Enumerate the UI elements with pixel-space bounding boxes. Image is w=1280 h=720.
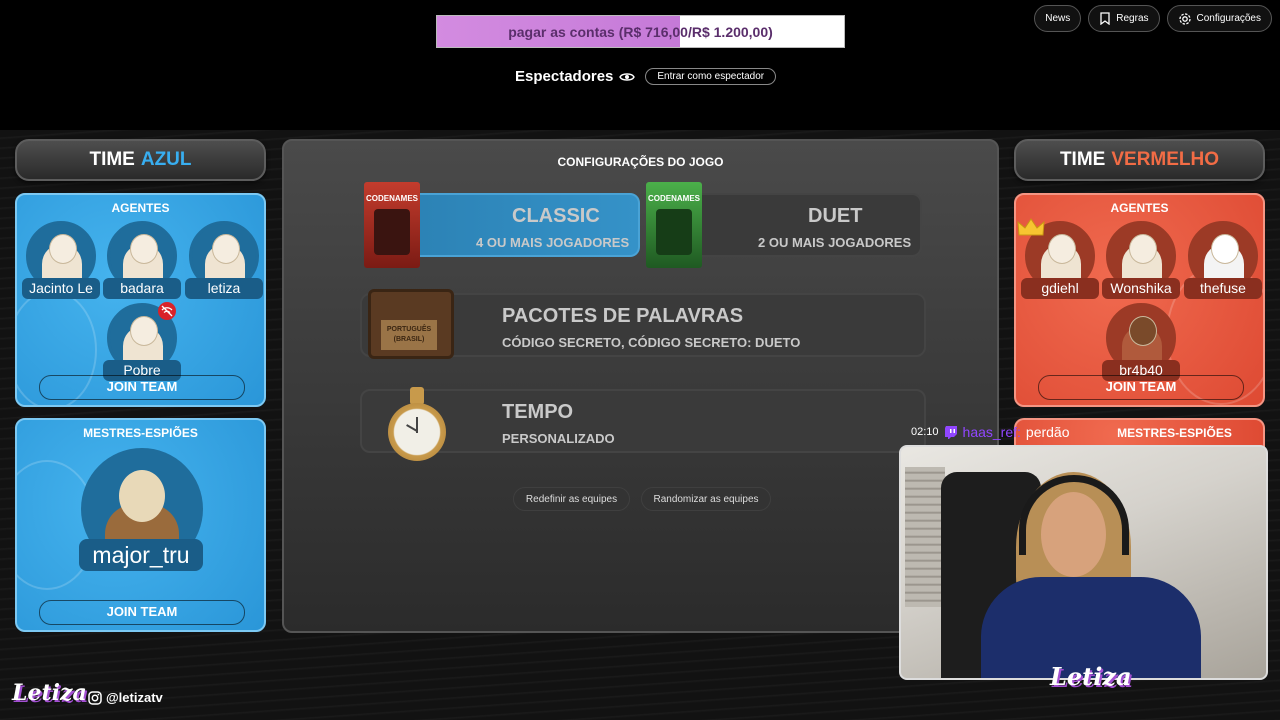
agent-name: Jacinto Le [22,278,100,299]
time-title: TEMPO [502,401,574,423]
settings-button[interactable]: Configurações [1166,5,1272,32]
word-packs-title: PACOTES DE PALAVRAS [502,305,744,327]
streamer-logo: Letiza [12,680,87,706]
spectators-label: Espectadores [515,68,614,85]
blue-agents-title: AGENTES [111,201,170,215]
blue-agents-join-button[interactable]: JOIN TEAM [39,375,245,400]
instagram-handle: @letizatv [88,690,163,705]
chat-time: 02:10 [911,426,939,438]
spectators-row: Espectadores Entrar como espectador [515,68,777,85]
classic-box-label: CODENAMES [365,194,418,203]
blue-team-header: TIME AZUL [15,139,266,181]
agent-card[interactable]: thefuse [1184,221,1262,301]
chat-text: perdão [1025,424,1070,440]
red-agents-title: AGENTES [1110,201,1169,215]
rules-label: Regras [1116,13,1149,24]
sign-icon: PORTUGUÊS (BRASIL) [368,289,454,359]
blue-agents-panel: AGENTES Jacinto Le badara letiza Pobre J… [15,193,266,407]
duet-box-art: CODENAMES [646,182,702,268]
red-agents-panel: AGENTES gdiehl Wonshika thefuse br4b40 J… [1014,193,1265,407]
time-sub: PERSONALIZADO [502,431,615,446]
agent-name: letiza [185,278,263,299]
blue-spymasters-title: MESTRES-ESPIÕES [83,426,198,440]
bookmark-icon [1100,12,1110,25]
classic-box-art: CODENAMES [364,182,420,268]
webcam-overlay [899,445,1268,680]
eye-icon [619,72,636,81]
game-config-panel: CONFIGURAÇÕES DO JOGO CLASSIC 4 OU MAIS … [282,139,999,633]
agent-card[interactable]: letiza [185,221,263,301]
word-packs-row[interactable]: PORTUGUÊS (BRASIL) PACOTES DE PALAVRAS C… [360,289,926,359]
blue-spymasters-join-button[interactable]: JOIN TEAM [39,600,245,625]
gear-icon [1178,12,1191,25]
agent-card[interactable]: badara [103,221,181,301]
agent-name: Wonshika [1102,278,1180,299]
blue-team-title-color: AZUL [140,149,192,170]
news-label: News [1045,13,1071,24]
duet-mode-name: DUET [808,205,863,227]
chat-user: haas_ref: [962,424,1021,440]
join-as-spectator-button[interactable]: Entrar como espectador [645,68,777,85]
top-nav: News Regras Configurações [1034,5,1272,32]
agent-card[interactable]: Jacinto Le [22,221,100,301]
randomize-teams-button[interactable]: Randomizar as equipes [641,487,771,511]
word-packs-sub: CÓDIGO SECRETO, CÓDIGO SECRETO: DUETO [502,335,801,350]
crown-icon [1017,218,1045,236]
sign-line1: PORTUGUÊS [386,326,432,333]
sign-line2: (BRASIL) [393,336,425,343]
config-title: CONFIGURAÇÕES DO JOGO [557,155,724,169]
goal-text: pagar as contas (R$ 716,00/R$ 1.200,00) [508,23,773,40]
language-sign: PORTUGUÊS (BRASIL) [379,318,439,352]
cam-logo: Letiza [1050,662,1132,691]
agent-name: thefuse [1184,278,1262,299]
agent-card[interactable]: Wonshika [1102,221,1180,301]
settings-label: Configurações [1196,13,1261,24]
duet-box-label: CODENAMES [647,194,700,203]
disconnected-wifi-icon [158,302,176,320]
blue-team-title-prefix: TIME [89,149,135,170]
instagram-text: @letizatv [106,690,163,705]
reset-teams-button[interactable]: Redefinir as equipes [513,487,630,511]
spymaster-name: major_tru [79,539,203,571]
rules-button[interactable]: Regras [1088,5,1160,32]
classic-mode-name: CLASSIC [512,205,600,227]
blue-spymasters-panel: MESTRES-ESPIÕES major_tru JOIN TEAM [15,418,266,632]
agent-card[interactable]: Pobre [103,302,181,383]
donation-goal-bar: pagar as contas (R$ 716,00/R$ 1.200,00) [436,15,845,48]
classic-mode-sub: 4 OU MAIS JOGADORES [476,235,630,250]
red-spymasters-title: MESTRES-ESPIÕES [1117,426,1232,440]
agent-card[interactable]: br4b40 [1102,303,1180,383]
instagram-icon [88,690,102,705]
twitch-icon [944,425,957,439]
red-team-title-color: VERMELHO [1111,149,1220,170]
agent-name: gdiehl [1021,278,1099,299]
red-agents-join-button[interactable]: JOIN TEAM [1038,375,1244,400]
chat-message: 02:10 haas_ref: perdão [911,424,1070,440]
agent-card[interactable]: gdiehl [1017,218,1099,301]
red-team-title-prefix: TIME [1059,149,1106,170]
duet-mode-sub: 2 OU MAIS JOGADORES [758,235,912,250]
time-row[interactable]: TEMPO PERSONALIZADO [360,387,926,461]
stopwatch-icon [386,387,448,463]
news-button[interactable]: News [1034,5,1082,32]
agent-name: badara [103,278,181,299]
red-team-header: TIME VERMELHO [1014,139,1265,181]
